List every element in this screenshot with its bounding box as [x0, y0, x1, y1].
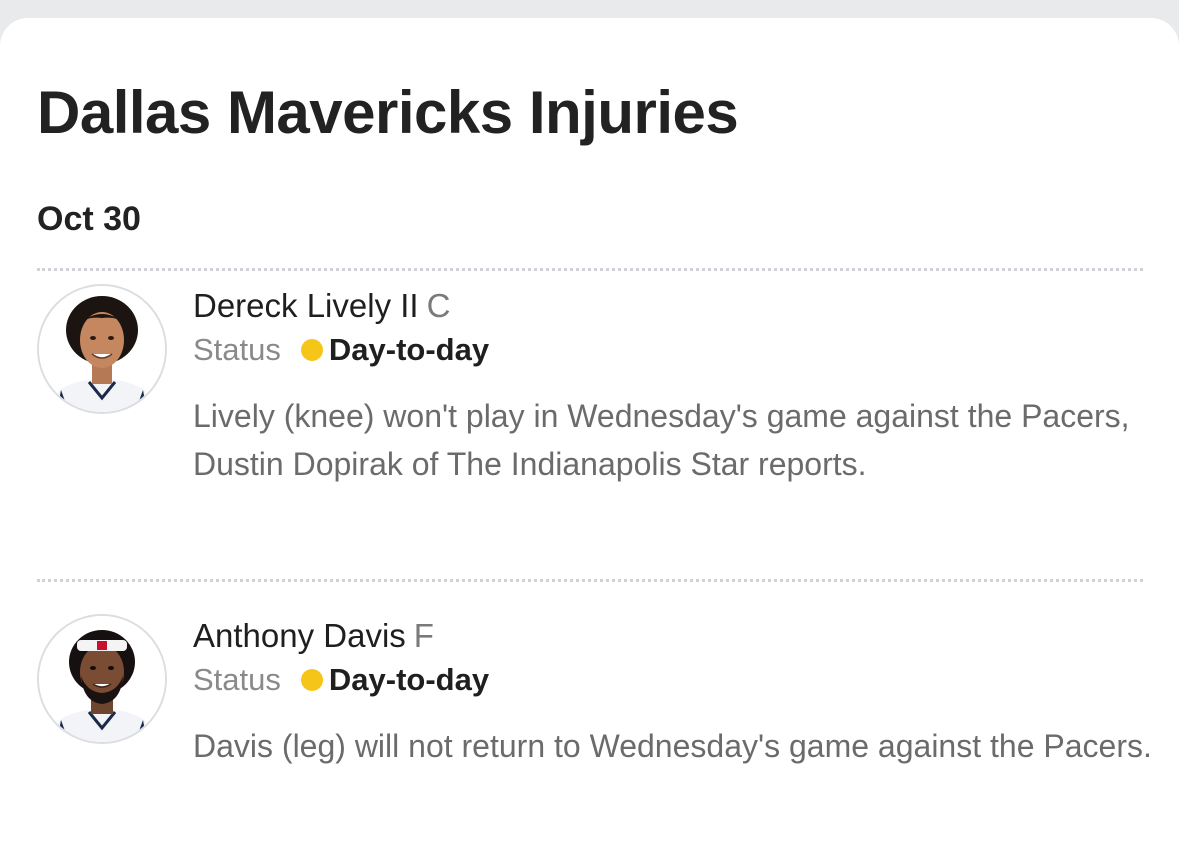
- player-avatar: [37, 614, 167, 744]
- status-label: Status: [193, 332, 281, 367]
- status-label: Status: [193, 662, 281, 697]
- date-heading: Oct 30: [37, 200, 141, 238]
- status-value: Day-to-day: [328, 332, 490, 367]
- status-row: Status Day-to-day: [193, 658, 1153, 702]
- divider: [37, 268, 1143, 271]
- injury-card: Dallas Mavericks Injuries Oct 30 Dereck …: [0, 18, 1179, 858]
- player-position: C: [426, 287, 451, 324]
- injury-description: Lively (knee) won't play in Wednesday's …: [193, 398, 1130, 482]
- page-title: Dallas Mavericks Injuries: [37, 79, 739, 146]
- player-avatar: [37, 284, 167, 414]
- injury-description: Davis (leg) will not return to Wednesday…: [193, 728, 1152, 764]
- player-headshot-icon: [39, 286, 165, 412]
- status-dot-icon: [300, 339, 323, 361]
- divider: [37, 579, 1143, 582]
- status-row: Status Day-to-day: [193, 328, 1153, 372]
- player-name[interactable]: Dereck Lively II: [193, 287, 419, 324]
- player-headshot-icon: [39, 616, 165, 742]
- status-value: Day-to-day: [328, 662, 490, 697]
- player-name[interactable]: Anthony Davis: [193, 617, 406, 654]
- status-dot-icon: [300, 669, 323, 691]
- player-position: F: [413, 617, 434, 654]
